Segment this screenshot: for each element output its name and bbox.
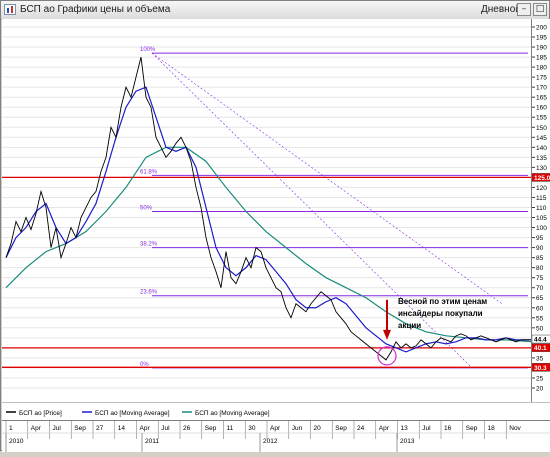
price-tick-label: 90 <box>536 245 544 252</box>
price-tick-label: 35 <box>536 355 544 362</box>
fib-level-label: 50% <box>140 205 153 211</box>
time-tick-label: 14 <box>118 425 126 432</box>
title-bar: БСП ао Графики цены и объема Дневной – □ <box>1 1 549 20</box>
time-axis-labels: 1 Apr Jul Sep 27 14 Apr Jul 26 Sep 11 30 Apr Jun 20 Sep… <box>2 421 550 452</box>
legend: БСП ао [Price] БСП ао [Moving Average] БСП… <box>2 402 550 421</box>
price-tick-label: 80 <box>536 265 544 272</box>
year-label: 2012 <box>263 438 278 445</box>
time-tick-label: Jul <box>161 425 170 432</box>
time-tick-label: 18 <box>488 425 496 432</box>
price-tick-label: 75 <box>536 275 544 282</box>
price-flag-label: 30.3 <box>534 365 547 372</box>
fib-level-label: 61.8% <box>140 169 158 175</box>
price-tick-label: 20 <box>536 385 544 392</box>
legend-items: БСП ао [Price] БСП ао [Moving Average] БСП… <box>6 410 270 417</box>
price-tick-label: 25 <box>536 375 544 382</box>
time-tick-label: Sep <box>205 425 217 432</box>
price-tick-label: 60 <box>536 305 544 312</box>
annotation-line: акции <box>398 321 422 330</box>
price-tick-label: 50 <box>536 325 544 332</box>
annotation-line: инсайдеры покупали <box>398 309 483 318</box>
period-selector[interactable]: Дневной <box>481 4 521 15</box>
time-tick-label: 27 <box>96 425 104 432</box>
time-tick-label: 20 <box>314 425 322 432</box>
time-tick-label: 30 <box>248 425 256 432</box>
price-tick-label: 105 <box>536 215 547 222</box>
time-tick-label: Jul <box>53 425 62 432</box>
price-flag-label: 44.4 <box>534 337 547 344</box>
chart-window: БСП ао Графики цены и объема Дневной – □… <box>0 0 550 452</box>
year-label: 2011 <box>145 438 159 445</box>
fib-level-label: 100% <box>140 47 156 53</box>
insider-annotation: Весной по этим ценам инсайдеры покупали … <box>398 296 528 332</box>
fib-level-label: 38.2% <box>140 242 158 248</box>
maximize-button[interactable]: □ <box>533 3 547 16</box>
time-tick-label: Apr <box>140 425 151 432</box>
price-tick-label: 110 <box>536 205 547 212</box>
price-chart-area[interactable]: 100% 61.8% 50% 38.2% 23.6% 0% <box>2 19 535 402</box>
time-axis[interactable]: 1 Apr Jul Sep 27 14 Apr Jul 26 Sep 11 30 Apr Jun 20 Sep… <box>2 420 550 452</box>
price-tick-label: 175 <box>536 75 547 82</box>
price-tick-label: 100 <box>536 225 547 232</box>
price-tick-label: 130 <box>536 165 547 172</box>
price-tick-label: 70 <box>536 285 544 292</box>
price-tick-label: 200 <box>536 25 547 32</box>
price-axis-labels: 2025303540455055606570758085909510010511… <box>531 25 550 392</box>
fib-level-label: 23.6% <box>140 290 158 296</box>
annotation-line: Весной по этим ценам <box>398 297 488 306</box>
price-tick-label: 85 <box>536 255 544 262</box>
annotation-arrowhead <box>383 329 391 340</box>
price-tick-label: 140 <box>536 145 547 152</box>
time-tick-label: Jul <box>422 425 431 432</box>
price-tick-label: 150 <box>536 125 547 132</box>
price-tick-label: 160 <box>536 105 547 112</box>
price-tick-label: 195 <box>536 35 547 42</box>
legend-label: БСП ао [Price] <box>19 410 62 417</box>
price-axis[interactable]: 2025303540455055606570758085909510010511… <box>531 19 550 402</box>
time-tick-label: Apr <box>270 425 281 432</box>
price-flag-label: 40.1 <box>534 345 547 352</box>
price-tick-label: 120 <box>536 185 547 192</box>
price-flag-label: 125.0 <box>534 175 550 182</box>
time-tick-label: 13 <box>401 425 409 432</box>
time-tick-label: Sep <box>466 425 478 432</box>
time-tick-label: Apr <box>31 425 42 432</box>
price-tick-label: 65 <box>536 295 544 302</box>
chart-app-icon <box>4 4 16 15</box>
minimize-button[interactable]: – <box>517 3 531 16</box>
price-tick-label: 95 <box>536 235 544 242</box>
price-tick-label: 135 <box>536 155 547 162</box>
time-tick-label: Nov <box>509 425 521 432</box>
price-tick-label: 145 <box>536 135 547 142</box>
time-tick-label: 16 <box>444 425 452 432</box>
time-tick-label: Jun <box>292 425 303 432</box>
fib-trend-line <box>151 52 503 304</box>
price-tick-label: 170 <box>536 85 547 92</box>
time-tick-label: 24 <box>357 425 365 432</box>
time-tick-label: 26 <box>183 425 191 432</box>
price-tick-label: 155 <box>536 115 547 122</box>
price-tick-label: 115 <box>536 195 547 202</box>
price-tick-label: 185 <box>536 55 547 62</box>
window-title: БСП ао Графики цены и объема <box>20 4 171 15</box>
time-tick-label: Sep <box>335 425 347 432</box>
price-tick-label: 55 <box>536 315 544 322</box>
time-tick-label: Apr <box>379 425 390 432</box>
legend-label: БСП ао [Moving Average] <box>195 410 270 417</box>
price-tick-label: 190 <box>536 45 547 52</box>
time-tick-label: Sep <box>74 425 86 432</box>
year-label: 2013 <box>400 438 415 445</box>
time-tick-label: 11 <box>227 425 234 432</box>
price-tick-label: 180 <box>536 65 547 72</box>
price-chart[interactable]: 100%61.8%50%38.2%23.6%0% <box>2 19 535 402</box>
legend-label: БСП ао [Moving Average] <box>95 410 170 417</box>
year-label: 2010 <box>9 438 24 445</box>
time-tick-label: 1 <box>9 425 13 432</box>
price-tick-label: 165 <box>536 95 547 102</box>
